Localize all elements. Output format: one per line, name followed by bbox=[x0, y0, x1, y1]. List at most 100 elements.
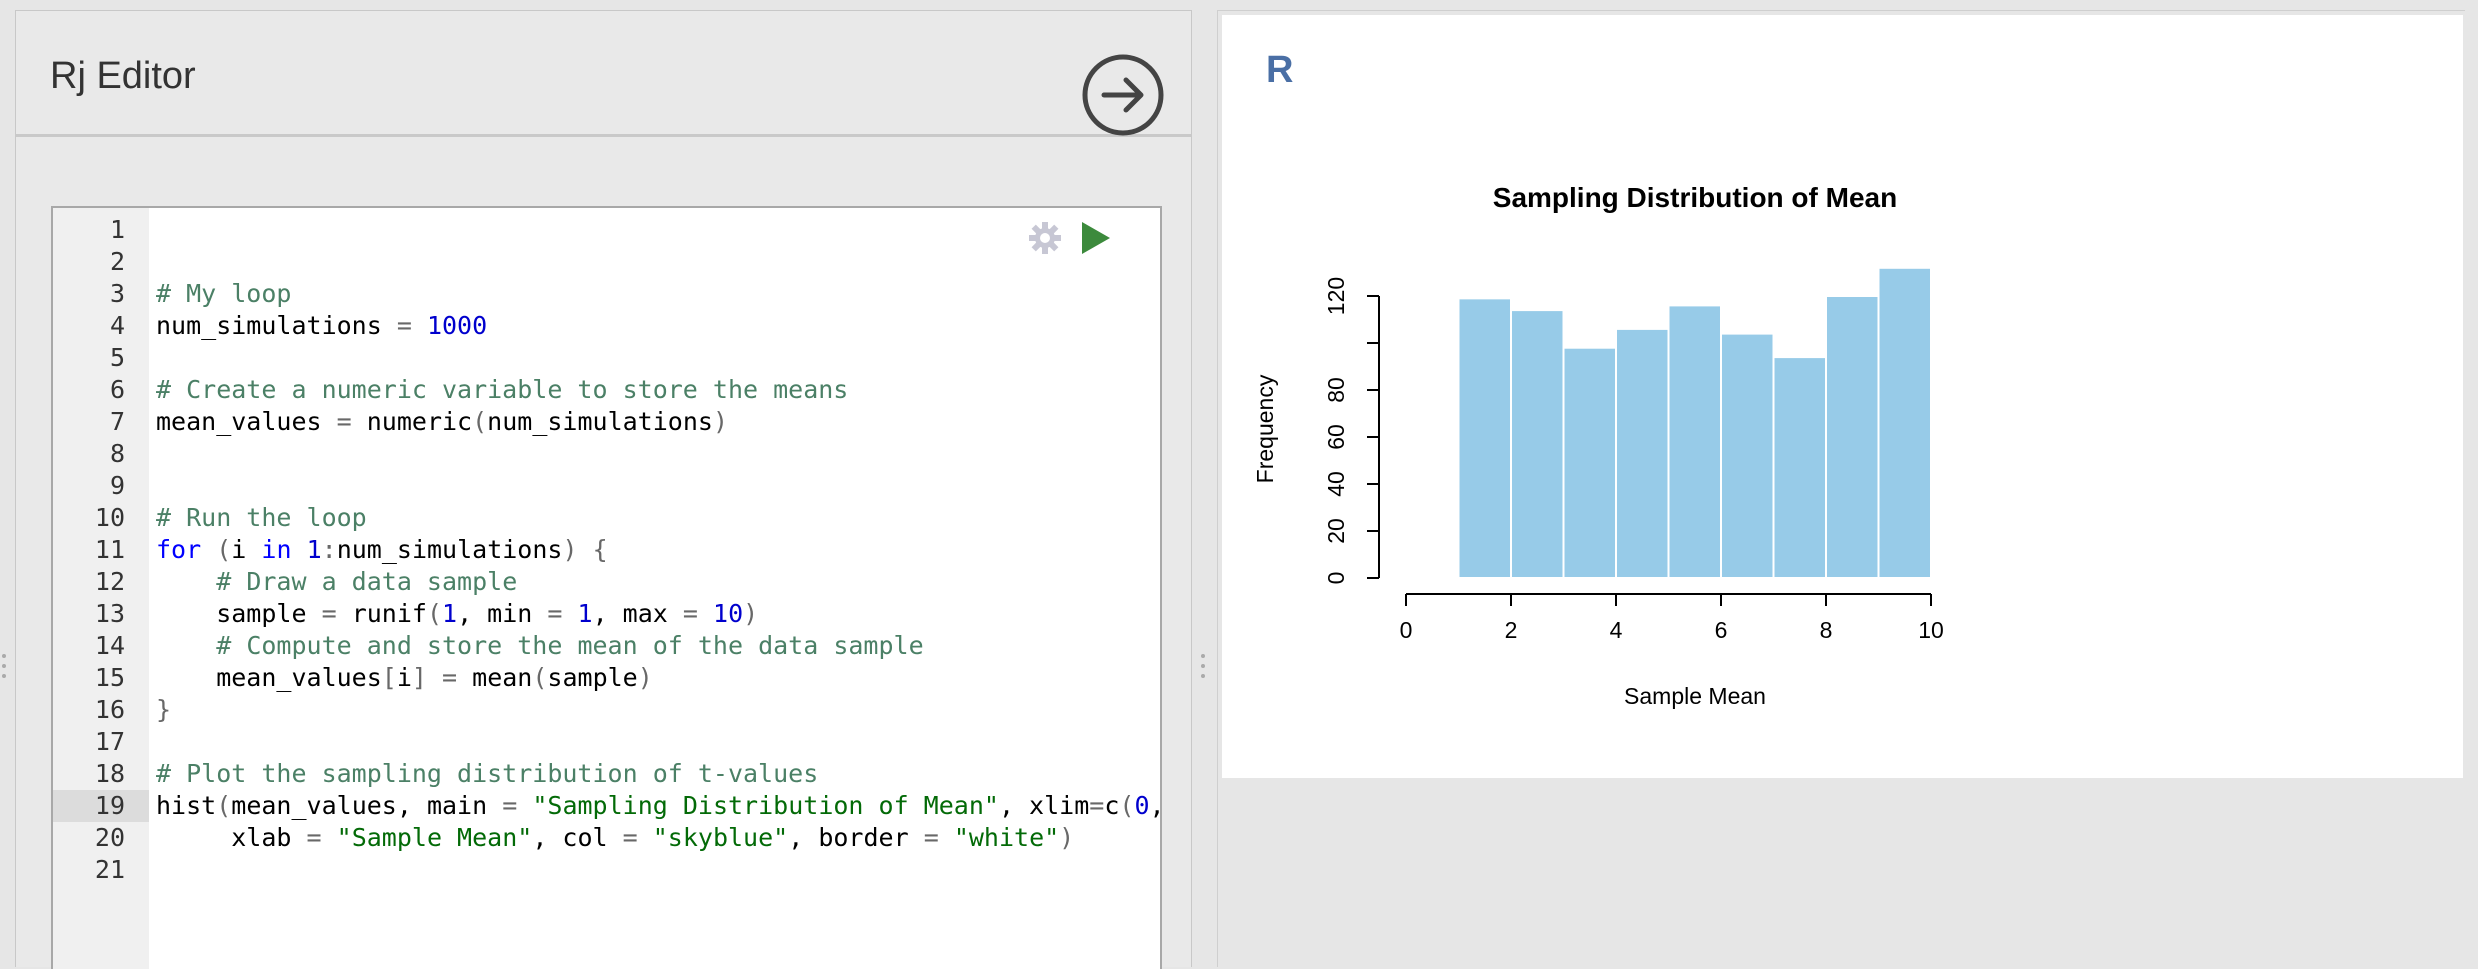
code-token: i bbox=[396, 663, 412, 692]
code-token: ( bbox=[1119, 791, 1135, 820]
code-token: "skyblue" bbox=[652, 823, 789, 852]
arrow-circle-right-icon[interactable] bbox=[1068, 35, 1184, 151]
play-icon[interactable] bbox=[1078, 220, 1114, 256]
code-token: ) bbox=[712, 407, 729, 436]
code-token: "white" bbox=[953, 823, 1060, 852]
code-editor[interactable]: 1 2 3 # My loop 4 num_simulations = 1000 5 6 # C… bbox=[51, 206, 1162, 969]
histogram-plot: Sampling Distribution of Mean Sample Mea… bbox=[1252, 182, 1944, 709]
code-token: ] bbox=[411, 663, 427, 692]
editor-panel: Rj Editor 1 2 3 # My loop 4 num_simulations =… bbox=[15, 10, 1192, 969]
code-token: numeric bbox=[351, 407, 473, 436]
code-token: # Compute and store the mean of the data… bbox=[216, 631, 924, 660]
code-token: } bbox=[156, 695, 172, 724]
code-token: = bbox=[502, 791, 518, 820]
code-line[interactable]: 5 bbox=[53, 342, 1160, 374]
chart-title: Sampling Distribution of Mean bbox=[1493, 182, 1897, 213]
code-token: , max bbox=[592, 599, 683, 628]
code-token: for bbox=[156, 535, 202, 564]
code-token: sample bbox=[156, 599, 322, 628]
code-text: # My loop bbox=[156, 278, 291, 310]
code-text: mean_values = numeric(num_simulations) bbox=[156, 406, 728, 438]
histogram-bar bbox=[1510, 309, 1565, 579]
line-number: 7 bbox=[109, 407, 125, 436]
code-token: { bbox=[592, 535, 608, 564]
code-line[interactable]: 21 bbox=[53, 854, 1160, 886]
line-number: 15 bbox=[94, 663, 125, 692]
gear-icon[interactable] bbox=[1025, 218, 1065, 258]
plot-output-area: R Sampling Distribution of Mean Sample M… bbox=[1222, 15, 2463, 778]
code-text: # Run the loop bbox=[156, 502, 367, 534]
editor-title: Rj Editor bbox=[50, 55, 196, 97]
code-token: mean_values, main bbox=[231, 791, 503, 820]
center-splitter-handle[interactable] bbox=[1199, 652, 1207, 682]
left-splitter-handle[interactable] bbox=[0, 652, 8, 682]
code-token: ) bbox=[637, 663, 653, 692]
code-line[interactable]: 20 xlab = "Sample Mean", col = "skyblue"… bbox=[53, 822, 1160, 854]
code-token: , bbox=[1150, 791, 1161, 820]
code-token: sample bbox=[547, 663, 638, 692]
code-token: c bbox=[1104, 791, 1120, 820]
line-number: 19 bbox=[94, 791, 125, 820]
line-number: 14 bbox=[94, 631, 125, 660]
code-token: # Run the loop bbox=[156, 503, 367, 532]
code-area[interactable]: 1 2 3 # My loop 4 num_simulations = 1000 5 6 # C… bbox=[53, 208, 1160, 969]
x-tick-label: 6 bbox=[1715, 617, 1728, 643]
code-token: ( bbox=[216, 791, 232, 820]
code-token: i bbox=[231, 535, 262, 564]
code-line[interactable]: 11 for (i in 1:num_simulations) { bbox=[53, 534, 1160, 566]
code-line[interactable]: 4 num_simulations = 1000 bbox=[53, 310, 1160, 342]
code-token: # Create a numeric variable to store the… bbox=[156, 375, 849, 404]
y-tick-label: 20 bbox=[1323, 518, 1349, 544]
code-token: mean bbox=[457, 663, 533, 692]
code-token: = bbox=[321, 599, 337, 628]
code-line[interactable]: 19 hist(mean_values, main = "Sampling Dis… bbox=[53, 790, 1160, 822]
line-number: 4 bbox=[109, 311, 125, 340]
code-line[interactable]: 18 # Plot the sampling distribution of t-… bbox=[53, 758, 1160, 790]
code-line[interactable]: 9 bbox=[53, 470, 1160, 502]
code-line[interactable]: 10 # Run the loop bbox=[53, 502, 1160, 534]
x-tick-label: 10 bbox=[1918, 617, 1944, 643]
y-tick-label: 80 bbox=[1323, 377, 1349, 403]
code-line[interactable]: 15 mean_values[i] = mean(sample) bbox=[53, 662, 1160, 694]
code-line[interactable]: 13 sample = runif(1, min = 1, max = 10) bbox=[53, 598, 1160, 630]
code-token: 1 bbox=[306, 535, 322, 564]
histogram-bar bbox=[1825, 295, 1880, 579]
x-tick-label: 0 bbox=[1400, 617, 1413, 643]
code-line[interactable]: 2 bbox=[53, 246, 1160, 278]
code-line[interactable]: 8 bbox=[53, 438, 1160, 470]
code-text: hist(mean_values, main = "Sampling Distr… bbox=[156, 790, 1161, 822]
code-token: = bbox=[396, 311, 412, 340]
line-number: 3 bbox=[109, 279, 125, 308]
code-line[interactable]: 3 # My loop bbox=[53, 278, 1160, 310]
code-token: in bbox=[261, 535, 292, 564]
histogram-bar bbox=[1615, 327, 1670, 579]
code-line[interactable]: 1 bbox=[53, 214, 1160, 246]
code-line[interactable]: 14 # Compute and store the mean of the d… bbox=[53, 630, 1160, 662]
line-number: 17 bbox=[94, 727, 125, 756]
code-token: = bbox=[306, 823, 322, 852]
code-token: 1 bbox=[442, 599, 458, 628]
histogram-bar bbox=[1667, 304, 1722, 579]
code-line[interactable]: 12 # Draw a data sample bbox=[53, 566, 1160, 598]
code-line[interactable]: 16} bbox=[53, 694, 1160, 726]
code-token: num_simulations bbox=[487, 407, 713, 436]
code-token: = bbox=[336, 407, 352, 436]
code-line[interactable]: 6 # Create a numeric variable to store th… bbox=[53, 374, 1160, 406]
code-line[interactable]: 7 mean_values = numeric(num_simulations) bbox=[53, 406, 1160, 438]
x-tick-label: 2 bbox=[1505, 617, 1518, 643]
code-text: # Plot the sampling distribution of t-va… bbox=[156, 758, 818, 790]
code-token: "Sample Mean" bbox=[336, 823, 533, 852]
code-token: = bbox=[923, 823, 939, 852]
code-text: # Draw a data sample bbox=[156, 566, 517, 598]
code-token: = bbox=[547, 599, 563, 628]
line-number: 20 bbox=[94, 823, 125, 852]
code-line[interactable]: 17 bbox=[53, 726, 1160, 758]
